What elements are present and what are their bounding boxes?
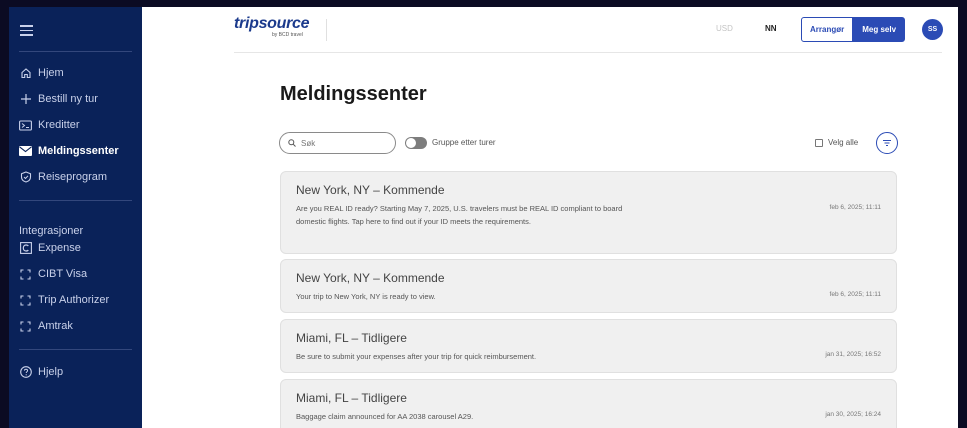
select-all-label: Velg alle [828,138,859,147]
sidebar-item-home[interactable]: Hjem [19,64,64,82]
message-title: Miami, FL – Tidligere [296,331,407,345]
sidebar-item-messages[interactable]: Meldingssenter [19,142,119,160]
message-card[interactable]: New York, NY – Kommende Are you REAL ID … [280,171,897,254]
tripsource-logo[interactable]: tripsource by BCD travel [234,15,310,38]
search-box[interactable] [279,132,396,154]
sidebar-divider [19,51,132,52]
message-text: Baggage claim announced for AA 2038 caro… [296,412,474,421]
plus-icon [19,93,32,106]
filter-button[interactable] [876,132,898,154]
message-date: feb 6, 2025; 11:11 [829,291,881,298]
message-card[interactable]: Miami, FL – Tidligere Baggage claim anno… [280,379,897,428]
main-panel: tripsource by BCD travel USD NN Arrangør… [142,7,958,428]
role-toggle: Arrangør Meg selv [801,17,906,42]
message-title: Miami, FL – Tidligere [296,391,407,405]
bracket-icon [19,320,32,333]
sidebar-divider [19,349,132,350]
sidebar-item-label: Meldingssenter [38,145,119,157]
currency-selector[interactable]: USD [716,24,733,33]
group-by-trips-label: Gruppe etter turer [432,138,496,147]
sidebar-item-label: Hjelp [38,366,64,378]
message-text: Your trip to New York, NY is ready to vi… [296,292,436,301]
expense-icon [19,242,32,255]
help-icon [19,366,32,379]
sidebar-item-label: Reiseprogram [38,171,108,183]
home-icon [19,67,32,80]
sidebar-item-label: CIBT Visa [38,268,88,280]
message-title: New York, NY – Kommende [296,271,445,285]
select-all-checkbox[interactable] [815,139,823,147]
sidebar-item-label: Hjem [38,67,64,79]
message-card[interactable]: New York, NY – Kommende Your trip to New… [280,259,897,313]
logo-divider [326,19,327,41]
shield-icon [19,171,32,184]
filter-icon [882,134,892,152]
top-bar: tripsource by BCD travel USD NN Arrangør… [234,7,943,53]
self-button[interactable]: Meg selv [853,17,906,42]
message-card[interactable]: Miami, FL – Tidligere Be sure to submit … [280,319,897,373]
sidebar-item-label: Amtrak [38,320,73,332]
language-selector[interactable]: NN [765,24,777,33]
mail-icon [19,145,32,158]
page-title: Meldingssenter [280,83,427,105]
message-date: jan 30, 2025; 16:24 [825,411,881,418]
sidebar-item-help[interactable]: Hjelp [19,363,63,381]
sidebar-item-book-trip[interactable]: Bestill ny tur [19,90,98,108]
sidebar-divider [19,200,132,201]
integrations-heading: Integrasjoner [19,225,84,237]
message-date: jan 31, 2025; 16:52 [825,351,881,358]
sidebar-item-label: Bestill ny tur [38,93,98,105]
sidebar-item-label: Trip Authorizer [38,294,110,306]
avatar[interactable]: SS [922,19,943,40]
credit-icon [19,119,32,132]
sidebar-item-amtrak[interactable]: Amtrak [19,317,73,335]
search-icon [288,134,296,152]
sidebar-item-label: Expense [38,242,81,254]
message-text: Are you REAL ID ready? Starting May 7, 2… [296,204,623,226]
message-title: New York, NY – Kommende [296,183,445,197]
menu-icon[interactable] [20,25,33,36]
sidebar-item-itinerary[interactable]: Reiseprogram [19,168,107,186]
message-date: feb 6, 2025; 11:11 [829,204,881,211]
message-text: Be sure to submit your expenses after yo… [296,352,537,361]
sidebar-item-trip-authorizer[interactable]: Trip Authorizer [19,291,109,309]
sidebar-item-credits[interactable]: Kreditter [19,116,80,134]
bracket-icon [19,294,32,307]
group-by-trips-toggle[interactable] [405,137,427,149]
arranger-button[interactable]: Arrangør [801,17,854,42]
sidebar-item-cibt-visa[interactable]: CIBT Visa [19,265,87,283]
sidebar-item-label: Kreditter [38,119,80,131]
bracket-icon [19,268,32,281]
search-input[interactable] [301,138,381,148]
sidebar: Hjem Bestill ny tur Kreditter Meldingsse… [9,7,142,428]
sidebar-item-expense[interactable]: Expense [19,239,81,257]
